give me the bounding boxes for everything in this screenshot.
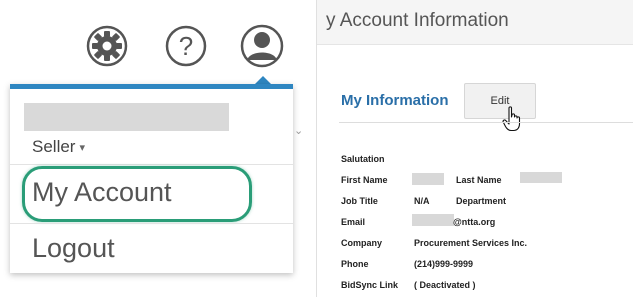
help-button[interactable]: ? [164, 24, 208, 68]
email-label: Email [341, 217, 366, 227]
bidsync-link-label: BidSync Link [341, 280, 399, 290]
page-title-bar: y Account Information [317, 0, 633, 45]
edit-button[interactable]: Edit [464, 83, 536, 119]
last-name-label: Last Name [456, 175, 502, 185]
last-name-redacted [520, 172, 562, 183]
email-value: @ntta.org [453, 217, 496, 227]
section-divider [339, 122, 633, 123]
svg-text:?: ? [179, 31, 193, 61]
hand-cursor-icon [502, 106, 521, 132]
phone-label: Phone [341, 259, 369, 269]
bidsync-link-status[interactable]: ( Deactivated ) [414, 280, 476, 290]
page-title: y Account Information [326, 10, 509, 31]
email-user-redacted [412, 214, 454, 226]
user-dropdown-menu: Seller ▾ My Account Logout [10, 84, 293, 273]
chevron-down-icon: ⌄ [294, 125, 304, 137]
role-label: Seller [32, 137, 76, 156]
menu-divider [10, 223, 293, 224]
account-information-panel: y Account Information My Information Edi… [317, 0, 633, 297]
role-selector[interactable]: Seller ▾ [32, 137, 85, 157]
header-user-menu-panel: ? Seller ▾ My Account Logout ⌄ [0, 0, 316, 297]
phone-value: (214)999-9999 [414, 259, 474, 269]
user-icon [240, 24, 284, 68]
menu-item-my-account[interactable]: My Account [32, 177, 172, 208]
help-icon: ? [165, 25, 207, 67]
user-menu-button[interactable] [240, 24, 284, 68]
first-name-redacted [412, 173, 444, 185]
company-value: Procurement Services Inc. [414, 238, 528, 248]
job-title-value: N/A [414, 196, 430, 206]
menu-divider [10, 164, 293, 165]
department-label: Department [456, 196, 507, 206]
dropdown-pointer [255, 76, 271, 84]
job-title-label: Job Title [341, 196, 378, 206]
company-label: Company [341, 238, 383, 248]
caret-down-icon: ▾ [79, 141, 85, 154]
section-title: My Information [341, 92, 449, 109]
menu-item-logout[interactable]: Logout [32, 233, 115, 264]
salutation-label: Salutation [341, 154, 385, 164]
settings-button[interactable] [85, 24, 129, 68]
user-name-redacted [24, 103, 229, 131]
first-name-label: First Name [341, 175, 388, 185]
gear-icon [86, 25, 128, 67]
